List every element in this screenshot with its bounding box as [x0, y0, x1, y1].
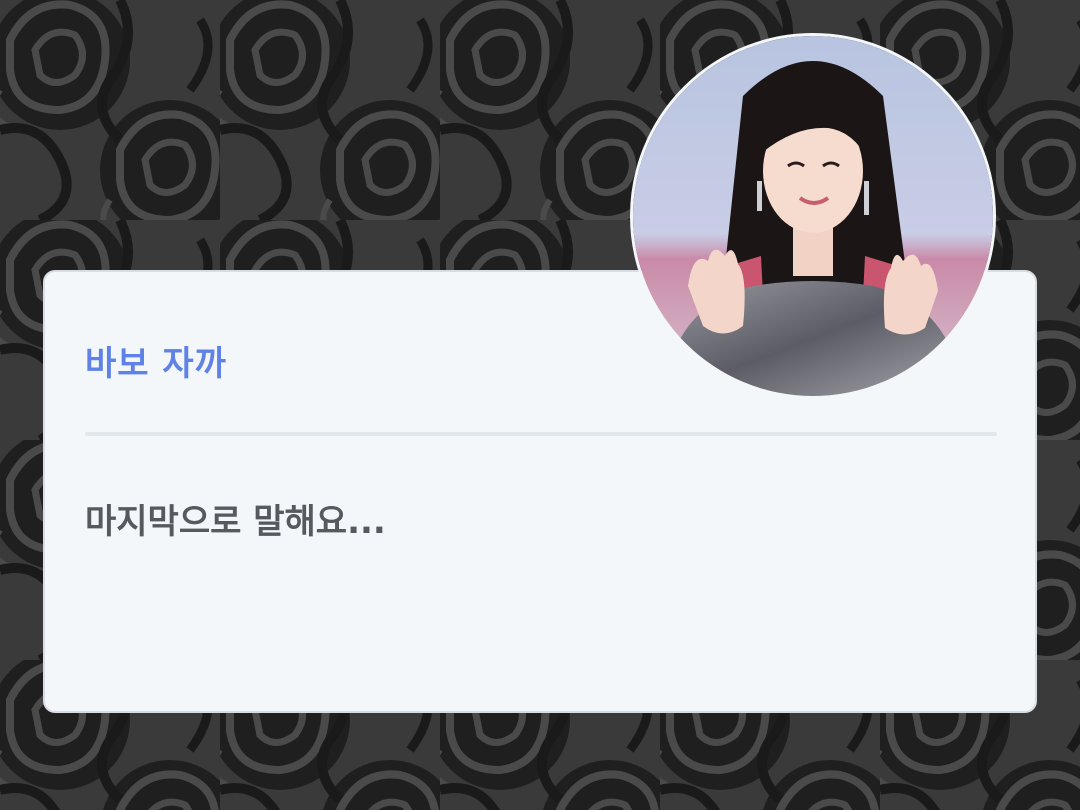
card-message: 마지막으로 말해요... [85, 502, 386, 542]
profile-photo-icon [633, 36, 993, 396]
card-title: 바보 자까 [85, 344, 227, 384]
profile-avatar [630, 33, 996, 399]
divider [85, 432, 997, 436]
